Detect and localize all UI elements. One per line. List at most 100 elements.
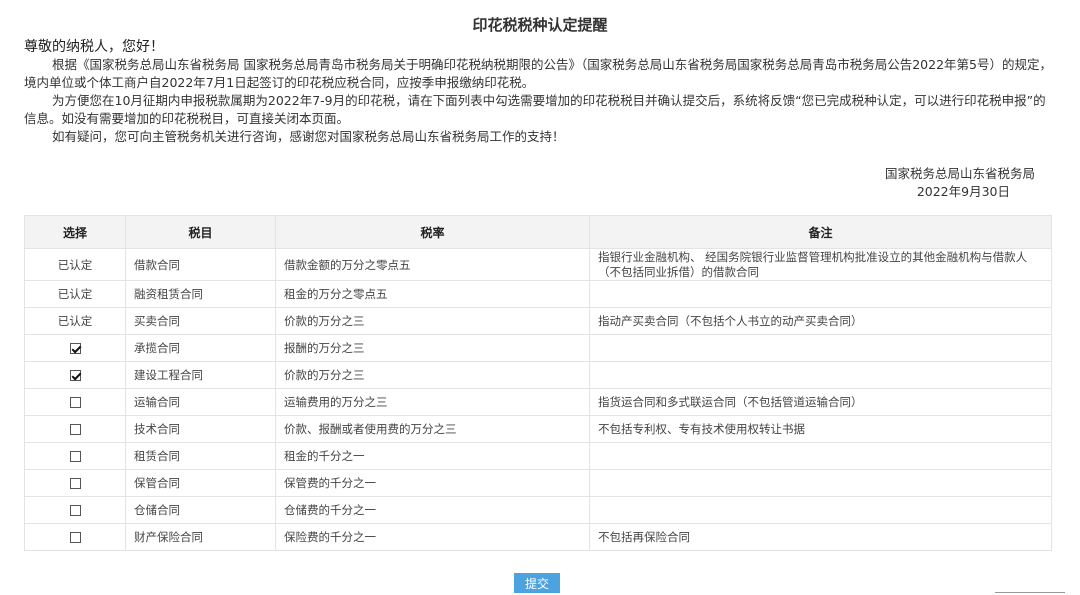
signature-block: 国家税务总局山东省税务局 2022年9月30日 [885, 165, 1035, 201]
tax-rate-cell: 租金的千分之一 [275, 442, 590, 470]
tax-item-cell-text: 买卖合同 [134, 314, 180, 328]
tax-item-cell: 技术合同 [125, 415, 276, 443]
status-label: 已认定 [57, 287, 93, 301]
table-row: 仓储合同 仓储费的千分之一 [24, 496, 1052, 524]
tax-item-cell-text: 承揽合同 [134, 341, 180, 355]
notice-body: 根据《国家税务总局山东省税务局 国家税务总局青岛市税务局关于明确印花税纳税期限的… [24, 56, 1054, 146]
tax-rate-cell: 价款、报酬或者使用费的万分之三 [275, 415, 590, 443]
tax-item-cell-text: 借款合同 [134, 257, 180, 272]
note-cell [589, 334, 1052, 362]
tax-rate-cell-text: 运输费用的万分之三 [284, 395, 388, 409]
tax-item-cell: 建设工程合同 [125, 361, 276, 389]
tax-rate-cell-text: 价款的万分之三 [284, 314, 365, 328]
table-row: 运输合同 运输费用的万分之三 指货运合同和多式联运合同（不包括管道运输合同） [24, 388, 1052, 416]
header-rate: 税率 [275, 215, 590, 249]
select-cell [24, 415, 126, 443]
tax-item-cell-text: 财产保险合同 [134, 530, 203, 544]
tax-rate-cell: 借款金额的万分之零点五 [275, 248, 590, 281]
tax-rate-cell: 仓储费的千分之一 [275, 496, 590, 524]
table-row: 建设工程合同 价款的万分之三 [24, 361, 1052, 389]
tax-item-cell: 买卖合同 [125, 307, 276, 335]
tax-rate-cell: 保险费的千分之一 [275, 523, 590, 551]
tax-rate-cell-text: 价款、报酬或者使用费的万分之三 [284, 422, 457, 436]
tax-item-table: 选择 税目 税率 备注 已认定 借款合同 借款金额的万分之零点五 指银行业金融机构、 … [24, 215, 1052, 551]
note-cell [589, 496, 1052, 524]
select-cell: 已认定 [24, 307, 126, 335]
select-checkbox[interactable] [69, 451, 81, 462]
select-checkbox[interactable] [69, 370, 81, 381]
select-checkbox[interactable] [69, 397, 81, 408]
header-note: 备注 [589, 215, 1052, 249]
tax-rate-cell-text: 价款的万分之三 [284, 368, 365, 382]
tax-rate-cell-text: 仓储费的千分之一 [284, 503, 376, 517]
table-header-row: 选择 税目 税率 备注 [24, 215, 1052, 249]
tax-rate-cell: 租金的万分之零点五 [275, 280, 590, 308]
status-label: 已认定 [57, 314, 93, 328]
note-cell [589, 469, 1052, 497]
note-cell-text: 不包括再保险合同 [598, 529, 690, 544]
note-cell-text: 不包括专利权、专有技术使用权转让书据 [598, 421, 805, 436]
submit-button[interactable]: 提交 [514, 573, 560, 593]
signature-date: 2022年9月30日 [916, 184, 1010, 199]
table-row: 保管合同 保管费的千分之一 [24, 469, 1052, 497]
tax-item-cell-text: 运输合同 [134, 395, 180, 409]
select-cell [24, 442, 126, 470]
select-checkbox[interactable] [69, 478, 81, 489]
select-checkbox[interactable] [69, 343, 81, 354]
table-row: 租赁合同 租金的千分之一 [24, 442, 1052, 470]
tax-rate-cell: 保管费的千分之一 [275, 469, 590, 497]
select-cell [24, 523, 126, 551]
tax-rate-cell-text: 租金的千分之一 [284, 449, 365, 463]
table-row: 已认定 买卖合同 价款的万分之三 指动产买卖合同（不包括个人书立的动产买卖合同） [24, 307, 1052, 335]
tax-item-cell: 借款合同 [125, 248, 276, 281]
tax-item-cell: 财产保险合同 [125, 523, 276, 551]
page-title: 印花税税种认定提醒 [472, 16, 608, 34]
note-cell: 指动产买卖合同（不包括个人书立的动产买卖合同） [589, 307, 1052, 335]
tax-rate-cell-text: 保险费的千分之一 [284, 530, 376, 544]
note-cell-text: 指货运合同和多式联运合同（不包括管道运输合同） [598, 394, 863, 409]
note-cell-text: 指动产买卖合同（不包括个人书立的动产买卖合同） [598, 313, 863, 328]
select-cell [24, 334, 126, 362]
select-checkbox[interactable] [69, 424, 81, 435]
notice-paragraph: 如有疑问，您可向主管税务机关进行咨询，感谢您对国家税务总局山东省税务局工作的支持… [52, 129, 565, 144]
table-row: 财产保险合同 保险费的千分之一 不包括再保险合同 [24, 523, 1052, 551]
note-cell [589, 361, 1052, 389]
select-cell: 已认定 [24, 248, 126, 281]
tax-item-cell: 承揽合同 [125, 334, 276, 362]
select-cell: 已认定 [24, 280, 126, 308]
header-select: 选择 [24, 215, 126, 249]
table-row: 承揽合同 报酬的万分之三 [24, 334, 1052, 362]
tax-item-cell: 运输合同 [125, 388, 276, 416]
note-cell-text: 指银行业金融机构、 经国务院银行业监督管理机构批准设立的其他金融机构与借款人（不… [598, 249, 1028, 279]
select-cell [24, 388, 126, 416]
select-cell [24, 496, 126, 524]
tax-rate-cell-text: 租金的万分之零点五 [284, 287, 388, 301]
note-cell [589, 442, 1052, 470]
tax-item-cell-text: 保管合同 [134, 476, 180, 490]
select-cell [24, 361, 126, 389]
tax-rate-cell-text: 借款金额的万分之零点五 [284, 257, 411, 272]
tax-rate-cell-text: 保管费的千分之一 [284, 476, 376, 490]
status-label: 已认定 [57, 257, 93, 272]
signer: 国家税务总局山东省税务局 [884, 166, 1035, 181]
tax-rate-cell: 运输费用的万分之三 [275, 388, 590, 416]
tax-item-cell-text: 技术合同 [134, 422, 180, 436]
table-row: 技术合同 价款、报酬或者使用费的万分之三 不包括专利权、专有技术使用权转让书据 [24, 415, 1052, 443]
note-cell: 不包括专利权、专有技术使用权转让书据 [589, 415, 1052, 443]
notice-paragraph: 根据《国家税务总局山东省税务局 国家税务总局青岛市税务局关于明确印花税纳税期限的… [24, 57, 1052, 90]
tax-item-cell: 保管合同 [125, 469, 276, 497]
note-cell: 指银行业金融机构、 经国务院银行业监督管理机构批准设立的其他金融机构与借款人（不… [589, 248, 1052, 281]
tax-item-cell-text: 租赁合同 [134, 449, 180, 463]
table-row: 已认定 融资租赁合同 租金的万分之零点五 [24, 280, 1052, 308]
select-checkbox[interactable] [69, 532, 81, 543]
tax-rate-cell: 价款的万分之三 [275, 307, 590, 335]
tax-item-cell: 仓储合同 [125, 496, 276, 524]
select-checkbox[interactable] [69, 505, 81, 516]
tax-item-cell-text: 仓储合同 [134, 503, 180, 517]
greeting: 尊敬的纳税人，您好！ [24, 39, 164, 55]
note-cell [589, 280, 1052, 308]
tax-rate-cell-text: 报酬的万分之三 [284, 341, 365, 355]
tax-rate-cell: 报酬的万分之三 [275, 334, 590, 362]
note-cell: 指货运合同和多式联运合同（不包括管道运输合同） [589, 388, 1052, 416]
tax-item-cell: 租赁合同 [125, 442, 276, 470]
